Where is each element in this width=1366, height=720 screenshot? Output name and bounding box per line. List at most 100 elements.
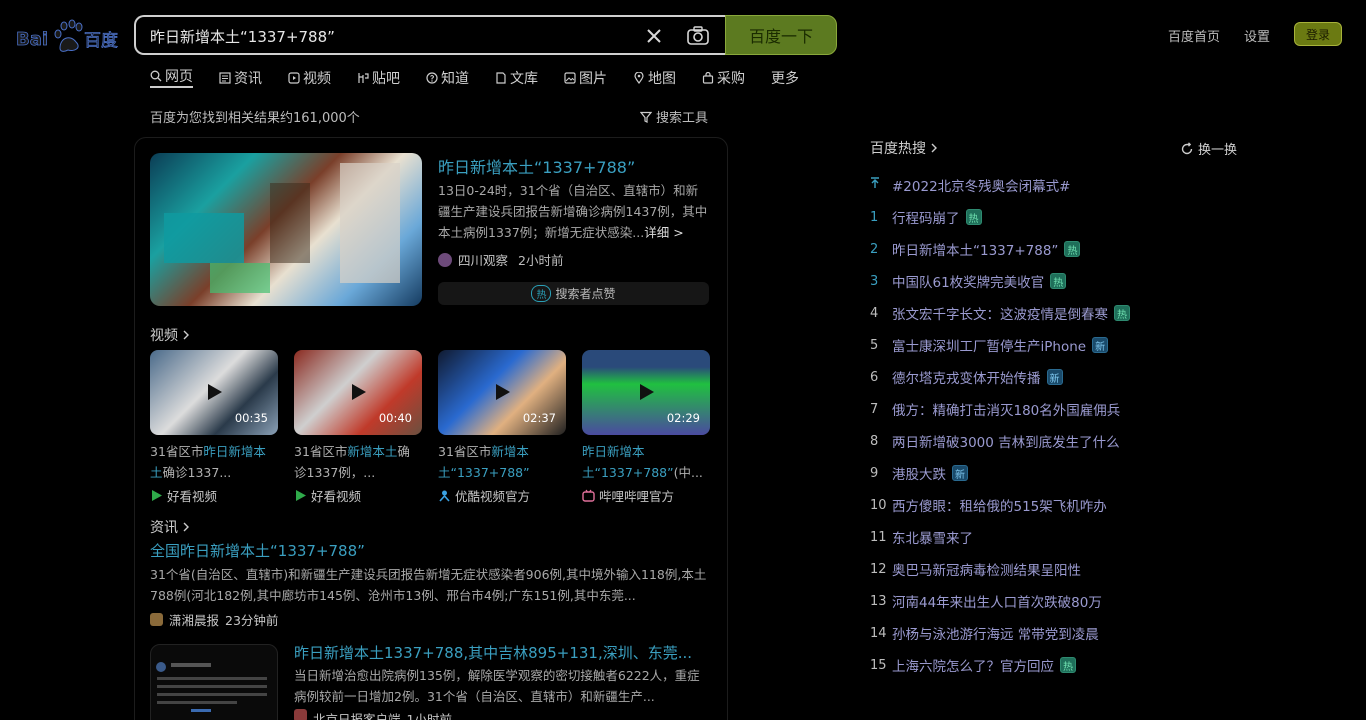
video-title[interactable]: 31省区市昨日新增本土确诊1337...: [150, 441, 278, 483]
tab-video[interactable]: 视频: [288, 68, 331, 88]
video-source: 优酷视频官方: [438, 486, 566, 505]
hot-search-text[interactable]: 行程码崩了: [892, 207, 960, 227]
hot-search-text[interactable]: 中国队61枚奖牌完美收官: [892, 271, 1044, 291]
video-thumbnail[interactable]: 00:40: [294, 350, 422, 435]
hot-search-item[interactable]: #2022北京冬残奥会闭幕式#: [870, 169, 1130, 201]
detail-link[interactable]: 详细 >: [644, 225, 683, 240]
search-input[interactable]: [150, 25, 620, 47]
video-title[interactable]: 31省区市新增本土“1337+788”: [438, 441, 566, 483]
baidu-logo[interactable]: Bai 百度: [16, 18, 120, 52]
top-links: 百度首页 设置: [1168, 26, 1270, 45]
hot-search-text[interactable]: 河南44年来出生人口首次跌破80万: [892, 591, 1102, 611]
hot-rank: 8: [870, 433, 879, 449]
video-card[interactable]: 00:35 31省区市昨日新增本土确诊1337... 好看视频: [150, 350, 278, 505]
hot-search-text[interactable]: #2022北京冬残奥会闭幕式#: [892, 175, 1070, 195]
hot-search-item[interactable]: 11 东北暴雪来了: [870, 521, 1130, 553]
video-title[interactable]: 昨日新增本土“1337+788”(中...: [582, 441, 710, 483]
tab-map[interactable]: 地图: [633, 68, 676, 88]
tab-label: 更多: [771, 71, 799, 87]
video-thumbnail[interactable]: 00:35: [150, 350, 278, 435]
source-name[interactable]: 四川观察: [458, 250, 508, 269]
hot-search-text[interactable]: 东北暴雪来了: [892, 527, 973, 547]
hot-search-text[interactable]: 港股大跌: [892, 463, 946, 483]
news-source-name[interactable]: 北京日报客户端: [313, 709, 401, 720]
tab-news[interactable]: 资讯: [219, 68, 262, 88]
hot-search-item[interactable]: 7 俄方：精确打击消灭180名外国雇佣兵: [870, 393, 1130, 425]
hot-search-item[interactable]: 2 昨日新增本土“1337+788” 热: [870, 233, 1130, 265]
tab-zhidao[interactable]: 知道: [426, 68, 469, 88]
result-abstract: 13日0-24时，31个省（自治区、直辖市）和新疆生产建设兵团报告新增确诊病例1…: [438, 180, 710, 243]
hot-search-text[interactable]: 张文宏千字长文：这波疫情是倒春寒: [892, 303, 1108, 323]
news-time: 1小时前: [406, 712, 452, 720]
tab-web[interactable]: 网页: [150, 68, 193, 88]
hot-search-text[interactable]: 俄方：精确打击消灭180名外国雇佣兵: [892, 399, 1120, 419]
tab-wenku[interactable]: 文库: [495, 68, 538, 88]
hot-search-text[interactable]: 昨日新增本土“1337+788”: [892, 239, 1058, 259]
hot-search-item[interactable]: 6 德尔塔克戎变体开始传播新: [870, 361, 1130, 393]
hot-search-item[interactable]: 4 张文宏千字长文：这波疫情是倒春寒热: [870, 297, 1130, 329]
video-title-pre: 31省区市: [294, 444, 348, 459]
question-icon: [426, 72, 438, 84]
video-card[interactable]: 00:40 31省区市新增本土确诊1337例，... 好看视频: [294, 350, 422, 505]
tab-tieba[interactable]: 贴吧: [357, 68, 400, 88]
refresh-button[interactable]: 换一换: [1180, 139, 1237, 158]
video-title[interactable]: 31省区市新增本土确诊1337例，...: [294, 441, 422, 483]
news-thumbnail[interactable]: [150, 644, 278, 720]
play-icon: [640, 384, 654, 400]
search-button[interactable]: 百度一下: [725, 15, 837, 55]
news-label: 资讯: [150, 520, 178, 536]
video-title-pre: 31省区市: [438, 444, 492, 459]
filter-icon: [640, 111, 652, 123]
video-title-pre: 31省区市: [150, 444, 204, 459]
result-thumbnail[interactable]: [150, 153, 422, 306]
reference-bar[interactable]: 热 搜索者点赞: [438, 282, 709, 305]
video-source-name[interactable]: 优酷视频官方: [455, 486, 530, 505]
video-source-name[interactable]: 好看视频: [311, 486, 361, 505]
search-tools-button[interactable]: 搜索工具: [640, 107, 708, 126]
camera-icon[interactable]: [686, 25, 710, 47]
hot-search-item[interactable]: 12 奥巴马新冠病毒检测结果呈阳性: [870, 553, 1130, 585]
hot-search-text[interactable]: 德尔塔克戎变体开始传播: [892, 367, 1041, 387]
news-title[interactable]: 昨日新增本土1337+788,其中吉林895+131,深圳、东莞...: [294, 642, 692, 663]
hot-search-text[interactable]: 上海六院怎么了？官方回应: [892, 655, 1054, 675]
hot-search-item[interactable]: 1 行程码崩了热: [870, 201, 1130, 233]
hot-search-text[interactable]: 富士康深圳工厂暂停生产iPhone: [892, 335, 1086, 355]
video-thumbnail[interactable]: 02:29: [582, 350, 710, 435]
hot-search-text[interactable]: 孙杨与泳池游行海远 常带党到凌晨: [892, 623, 1099, 643]
news-title[interactable]: 全国昨日新增本土“1337+788”: [150, 540, 365, 561]
hot-search-item[interactable]: 13 河南44年来出生人口首次跌破80万: [870, 585, 1130, 617]
video-card[interactable]: 02:29 昨日新增本土“1337+788”(中... 哔哩哔哩官方: [582, 350, 710, 505]
hot-search-item[interactable]: 10 西方傻眼：租给俄的515架飞机咋办: [870, 489, 1130, 521]
news-source-name[interactable]: 潇湘晨报: [169, 610, 219, 629]
image-icon: [564, 72, 576, 84]
home-link[interactable]: 百度首页: [1168, 26, 1220, 45]
settings-link[interactable]: 设置: [1244, 26, 1270, 45]
hot-search-item[interactable]: 14 孙杨与泳池游行海远 常带党到凌晨: [870, 617, 1130, 649]
hot-search-item[interactable]: 5 富士康深圳工厂暂停生产iPhone 新: [870, 329, 1130, 361]
hot-search-text[interactable]: 西方傻眼：租给俄的515架飞机咋办: [892, 495, 1107, 515]
hot-search-item[interactable]: 3 中国队61枚奖牌完美收官热: [870, 265, 1130, 297]
tab-label: 资讯: [234, 71, 262, 87]
video-source-name[interactable]: 哔哩哔哩官方: [599, 486, 674, 505]
login-button[interactable]: 登录: [1294, 22, 1342, 46]
news-section-title[interactable]: 资讯: [150, 517, 190, 537]
new-badge: 新: [1092, 337, 1109, 353]
hot-search-text[interactable]: 奥巴马新冠病毒检测结果呈阳性: [892, 559, 1081, 579]
hot-search-item[interactable]: 15 上海六院怎么了？官方回应热: [870, 649, 1130, 681]
tab-shop[interactable]: 采购: [702, 68, 745, 88]
video-icon: [288, 72, 300, 84]
video-card[interactable]: 02:37 31省区市新增本土“1337+788” 优酷视频官方: [438, 350, 566, 505]
hot-search-text[interactable]: 两日新增破3000 吉林到底发生了什么: [892, 431, 1120, 451]
hot-search-item[interactable]: 8 两日新增破3000 吉林到底发生了什么: [870, 425, 1130, 457]
video-title-post: (中...: [673, 465, 703, 480]
video-source-name[interactable]: 好看视频: [167, 486, 217, 505]
result-title[interactable]: 昨日新增本土“1337+788”: [438, 154, 635, 178]
video-thumbnail[interactable]: 02:37: [438, 350, 566, 435]
hot-search-item[interactable]: 9 港股大跌新: [870, 457, 1130, 489]
tab-more[interactable]: 更多: [771, 68, 799, 88]
close-icon[interactable]: [644, 26, 664, 46]
tab-image[interactable]: 图片: [564, 68, 607, 88]
videos-section-title[interactable]: 视频: [150, 325, 190, 345]
hot-search-title[interactable]: 百度热搜: [870, 138, 938, 158]
tab-label: 网页: [165, 69, 193, 85]
